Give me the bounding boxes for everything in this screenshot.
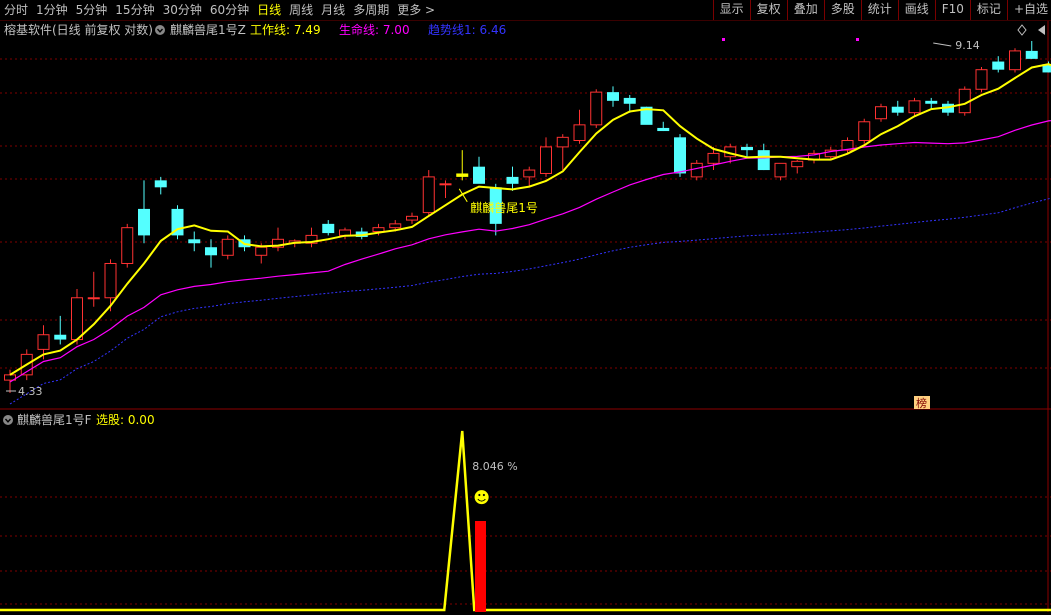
select-line (0, 431, 1051, 610)
collapse-arrow-icon (1038, 25, 1045, 35)
peak-label: 8.046 % (472, 460, 517, 473)
candles (5, 41, 1051, 393)
select-value-label: 选股: 0.00 (96, 413, 155, 427)
tool-button-4[interactable]: 统计 (861, 0, 898, 20)
legend-item-1: 生命线: 7.00 (339, 22, 410, 37)
period-tab-0[interactable]: 分时 (0, 0, 32, 20)
chart-svg[interactable]: 9.14 4.33 麒麟兽尾1号榜 8.046 % ☻ 榕基软件(日线 前复权 对数)… (0, 21, 1051, 612)
signal-bar (475, 521, 486, 612)
chart-area[interactable]: 9.14 4.33 麒麟兽尾1号榜 8.046 % ☻ 榕基软件(日线 前复权 对数)… (0, 21, 1051, 612)
candle-body-9 (155, 180, 167, 187)
candle-body-58 (976, 70, 987, 90)
tool-button-7[interactable]: 标记 (970, 0, 1007, 20)
candle-body-28 (473, 167, 485, 184)
candle-body-37 (624, 98, 636, 104)
chart-labels: 9.14 4.33 麒麟兽尾1号榜 (6, 38, 980, 410)
period-tab-8[interactable]: 月线 (317, 0, 349, 20)
signal-label: 麒麟兽尾1号 (470, 200, 538, 215)
min-price-label: 4.33 (18, 385, 43, 398)
tool-button-2[interactable]: 叠加 (787, 0, 824, 20)
candle-body-15 (256, 247, 267, 255)
candle-body-61 (1026, 51, 1038, 59)
candle-body-52 (876, 107, 887, 119)
candle-body-35 (591, 92, 602, 125)
candle-body-54 (909, 101, 920, 113)
period-tab-4[interactable]: 30分钟 (159, 0, 206, 20)
candle-body-53 (892, 107, 904, 113)
candle-body-4 (72, 298, 83, 340)
period-tab-3[interactable]: 15分钟 (111, 0, 158, 20)
period-tab-1[interactable]: 1分钟 (32, 0, 72, 20)
candle-body-5 (88, 298, 99, 299)
period-tab-5[interactable]: 60分钟 (206, 0, 253, 20)
sub-indicator-menu-icon[interactable] (3, 415, 13, 425)
marker-dot-0 (722, 38, 725, 41)
candle-body-22 (373, 228, 384, 232)
candle-body-31 (524, 170, 535, 177)
candle-body-27 (456, 173, 468, 176)
software-label: 榕基软件(日线 前复权 对数) (4, 22, 153, 37)
period-tab-6[interactable]: 日线 (253, 0, 285, 20)
period-tab-7[interactable]: 周线 (285, 0, 317, 20)
panel-headers: 榕基软件(日线 前复权 对数) 麒麟兽尾1号Z 工作线: 7.49 生命线: 7.00… (3, 22, 1045, 427)
tool-button-1[interactable]: 复权 (750, 0, 787, 20)
candle-body-41 (691, 163, 702, 177)
candle-body-13 (222, 239, 233, 255)
smiley-icon: ☻ (473, 488, 490, 507)
candle-body-32 (541, 147, 552, 174)
period-tab-9[interactable]: 多周期 (349, 0, 393, 20)
tool-buttons: 显示复权叠加多股统计画线F10标记+自选 (713, 0, 1051, 20)
candle-body-23 (390, 224, 401, 228)
candle-body-44 (741, 147, 753, 150)
tool-button-0[interactable]: 显示 (713, 0, 750, 20)
candle-body-25 (423, 177, 434, 213)
bang-label: 榜 (916, 396, 927, 410)
candle-body-47 (792, 161, 803, 166)
indicator-menu-icon[interactable] (155, 25, 165, 35)
candle-body-59 (992, 62, 1004, 70)
candle-body-42 (708, 153, 719, 163)
candle-body-8 (138, 209, 150, 235)
candle-body-34 (574, 125, 585, 141)
candle-body-3 (54, 335, 66, 340)
candle-body-30 (507, 177, 519, 184)
life-line (10, 107, 1051, 383)
candle-body-6 (105, 263, 116, 297)
legend-item-2: 趋势线1: 6.46 (428, 23, 506, 37)
candle-body-36 (607, 92, 619, 101)
tool-button-6[interactable]: F10 (935, 0, 970, 20)
candle-body-26 (440, 184, 451, 185)
candle-body-55 (925, 101, 937, 104)
marker-dot-1 (856, 38, 859, 41)
top-toolbar: 分时1分钟5分钟15分钟30分钟60分钟日线周线月线多周期更多 > 显示复权叠加… (0, 0, 1051, 21)
candle-body-51 (859, 122, 870, 141)
period-tab-10[interactable]: 更多 > (393, 0, 439, 20)
candle-body-12 (205, 247, 217, 255)
diamond-icon (1018, 25, 1026, 35)
candle-body-11 (188, 239, 200, 243)
candle-body-19 (322, 224, 334, 233)
candle-body-33 (557, 137, 568, 147)
indicator-lines (10, 64, 1051, 404)
indicator-name: 麒麟兽尾1号Z (170, 22, 246, 37)
tool-button-5[interactable]: 画线 (898, 0, 935, 20)
sub-indicator-name: 麒麟兽尾1号F (17, 412, 92, 427)
candle-body-46 (775, 163, 786, 177)
period-tab-2[interactable]: 5分钟 (72, 0, 112, 20)
candle-body-40 (674, 137, 686, 173)
candle-body-60 (1010, 51, 1021, 70)
tool-button-8[interactable]: +自选 (1007, 0, 1051, 20)
period-tabs: 分时1分钟5分钟15分钟30分钟60分钟日线周线月线多周期更多 > (0, 0, 439, 20)
candle-body-39 (657, 128, 669, 131)
sub-panel: 8.046 % ☻ (0, 431, 1051, 612)
legend-item-0: 工作线: 7.49 (250, 23, 321, 37)
max-price-label: 9.14 (955, 39, 980, 52)
candle-body-24 (407, 216, 418, 220)
tool-button-3[interactable]: 多股 (824, 0, 861, 20)
candle-body-45 (758, 150, 770, 170)
candle-body-7 (122, 228, 133, 264)
max-pointer (933, 43, 951, 46)
candle-body-2 (38, 335, 49, 350)
